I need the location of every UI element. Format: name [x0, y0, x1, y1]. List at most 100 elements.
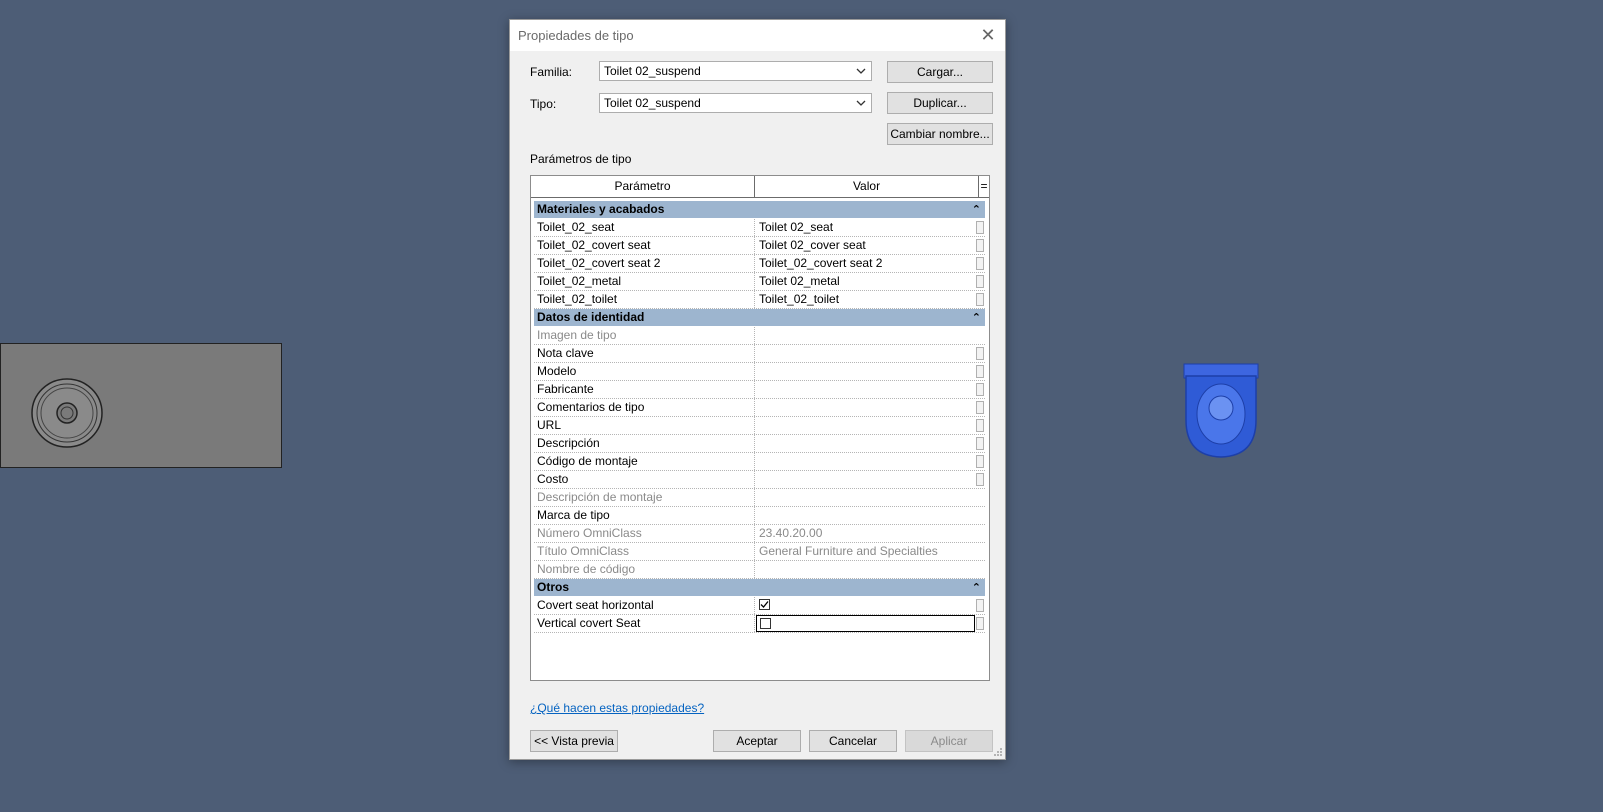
column-header-valor[interactable]: Valor [755, 176, 979, 197]
parameter-name-cell: Covert seat horizontal [534, 597, 755, 614]
table-row[interactable]: Modelo [534, 363, 985, 381]
collapse-icon[interactable]: ⌃ [972, 580, 981, 597]
associate-parameter-button[interactable] [976, 401, 984, 414]
associate-parameter-button[interactable] [976, 275, 984, 288]
group-header[interactable]: Datos de identidad ⌃ [534, 309, 985, 326]
table-row[interactable]: Marca de tipo [534, 507, 985, 525]
parameter-value-cell[interactable] [756, 399, 975, 416]
associate-parameter-button[interactable] [976, 365, 984, 378]
resize-grip-icon[interactable] [993, 747, 1003, 757]
parameter-name-cell: Modelo [534, 363, 755, 380]
table-row[interactable]: Toilet_02_seat Toilet 02_seat [534, 219, 985, 237]
type-parameters-grid: Parámetro Valor = Materiales y acabados ⌃… [530, 175, 990, 681]
parameter-name-cell: Costo [534, 471, 755, 488]
group-header[interactable]: Otros ⌃ [534, 579, 985, 596]
cancelar-button[interactable]: Cancelar [809, 730, 897, 752]
table-row[interactable]: Código de montaje [534, 453, 985, 471]
familia-dropdown[interactable]: Toilet 02_suspend [599, 61, 872, 81]
associate-parameter-button[interactable] [976, 383, 984, 396]
column-header-parametro[interactable]: Parámetro [531, 176, 755, 197]
parameter-name-cell: Nombre de código [534, 561, 755, 578]
table-row[interactable]: Imagen de tipo [534, 327, 985, 345]
table-row[interactable]: Toilet_02_covert seat 2 Toilet_02_covert … [534, 255, 985, 273]
associate-parameter-button[interactable] [976, 599, 984, 612]
parameter-value-cell[interactable] [756, 435, 975, 452]
collapse-icon[interactable]: ⌃ [972, 202, 981, 219]
table-row[interactable]: Toilet_02_metal Toilet 02_metal [534, 273, 985, 291]
table-row[interactable]: Número OmniClass 23.40.20.00 [534, 525, 985, 543]
column-header-extra[interactable]: = [979, 176, 989, 197]
tipo-dropdown[interactable]: Toilet 02_suspend [599, 93, 872, 113]
table-row[interactable]: Costo [534, 471, 985, 489]
toilet-3d-selected-icon[interactable] [1182, 362, 1260, 460]
parameter-name-cell: Fabricante [534, 381, 755, 398]
parameter-value-cell[interactable]: Toilet_02_covert seat 2 [756, 255, 975, 272]
table-row[interactable]: Nota clave [534, 345, 985, 363]
parameter-value-cell[interactable] [756, 381, 975, 398]
parameter-value-cell[interactable] [756, 345, 975, 362]
parameter-value-cell[interactable]: General Furniture and Specialties [756, 543, 975, 560]
close-icon[interactable]: ✕ [977, 24, 999, 46]
parameter-value-cell[interactable] [756, 507, 975, 524]
cambiar-nombre-button[interactable]: Cambiar nombre... [887, 123, 993, 145]
chevron-down-icon [856, 100, 866, 106]
group-header[interactable]: Materiales y acabados ⌃ [534, 201, 985, 218]
parameter-value-cell[interactable] [756, 561, 975, 578]
parameter-value-cell[interactable] [756, 363, 975, 380]
associate-parameter-button[interactable] [976, 455, 984, 468]
associate-parameter-button[interactable] [976, 419, 984, 432]
aceptar-button[interactable]: Aceptar [713, 730, 801, 752]
parameter-value-cell[interactable]: Toilet 02_seat [756, 219, 975, 236]
table-row[interactable]: Vertical covert Seat [534, 615, 985, 633]
associate-parameter-button[interactable] [976, 293, 984, 306]
parameter-name-cell: Toilet_02_metal [534, 273, 755, 290]
associate-parameter-button[interactable] [976, 617, 984, 630]
associate-parameter-button[interactable] [976, 239, 984, 252]
parameter-name-cell: Imagen de tipo [534, 327, 755, 344]
parameter-value-cell[interactable] [756, 471, 975, 488]
parameter-name-cell: Título OmniClass [534, 543, 755, 560]
associate-parameter-button[interactable] [976, 221, 984, 234]
associate-parameter-button[interactable] [976, 437, 984, 450]
table-row[interactable]: Toilet_02_toilet Toilet_02_toilet [534, 291, 985, 309]
tipo-value: Toilet 02_suspend [604, 96, 701, 110]
parameter-value-cell[interactable] [756, 489, 975, 506]
table-row[interactable]: Descripción [534, 435, 985, 453]
parameter-value-cell[interactable] [756, 327, 975, 344]
parameter-value-cell[interactable]: 23.40.20.00 [756, 525, 975, 542]
table-row[interactable]: Comentarios de tipo [534, 399, 985, 417]
parameter-value-cell[interactable]: Toilet 02_metal [756, 273, 975, 290]
parameter-value-cell[interactable] [756, 453, 975, 470]
tipo-label: Tipo: [530, 97, 557, 111]
table-row[interactable]: Nombre de código [534, 561, 985, 579]
aplicar-button[interactable]: Aplicar [905, 730, 993, 752]
parameter-name-cell: Marca de tipo [534, 507, 755, 524]
group-header-label: Otros [537, 580, 570, 594]
parameter-checkbox-cell[interactable] [756, 615, 975, 632]
checkbox-unchecked-icon[interactable] [760, 618, 771, 629]
title-bar[interactable]: Propiedades de tipo ✕ [510, 20, 1005, 51]
parameter-value-cell[interactable] [756, 417, 975, 434]
table-row[interactable]: Título OmniClass General Furniture and Sp… [534, 543, 985, 561]
parameter-name-cell: Nota clave [534, 345, 755, 362]
parameter-checkbox-cell[interactable] [756, 597, 975, 614]
parameter-value-cell[interactable]: Toilet 02_cover seat [756, 237, 975, 254]
table-row[interactable]: Toilet_02_covert seat Toilet 02_cover sea… [534, 237, 985, 255]
parameter-name-cell: Toilet_02_covert seat [534, 237, 755, 254]
parameter-name-cell: URL [534, 417, 755, 434]
table-row[interactable]: URL [534, 417, 985, 435]
table-row[interactable]: Fabricante [534, 381, 985, 399]
table-row[interactable]: Descripción de montaje [534, 489, 985, 507]
collapse-icon[interactable]: ⌃ [972, 310, 981, 327]
associate-parameter-button[interactable] [976, 473, 984, 486]
associate-parameter-button[interactable] [976, 257, 984, 270]
help-link[interactable]: ¿Qué hacen estas propiedades? [530, 701, 704, 715]
associate-parameter-button[interactable] [976, 347, 984, 360]
duplicar-button[interactable]: Duplicar... [887, 92, 993, 114]
table-row[interactable]: Covert seat horizontal [534, 597, 985, 615]
cargar-button[interactable]: Cargar... [887, 61, 993, 83]
checkbox-checked-icon[interactable] [759, 599, 770, 610]
vista-previa-button[interactable]: << Vista previa [530, 730, 618, 752]
parameter-value-cell[interactable]: Toilet_02_toilet [756, 291, 975, 308]
group-header-label: Datos de identidad [537, 310, 645, 324]
